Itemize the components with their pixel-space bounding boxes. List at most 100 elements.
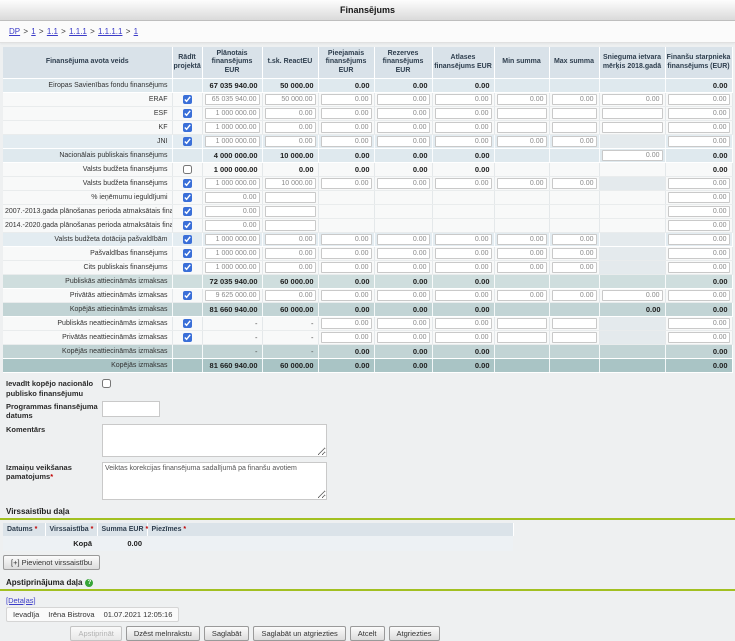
comment-textarea[interactable]: [102, 424, 327, 457]
amount-input[interactable]: [552, 178, 597, 189]
amount-input[interactable]: [668, 262, 730, 273]
amount-input[interactable]: [668, 248, 730, 259]
amount-input[interactable]: [497, 108, 547, 119]
amount-input[interactable]: [435, 136, 492, 147]
amount-input[interactable]: [205, 108, 260, 119]
show-in-project-checkbox[interactable]: [183, 179, 192, 188]
amount-input[interactable]: [321, 178, 372, 189]
total-national-checkbox[interactable]: [102, 379, 111, 388]
help-icon[interactable]: ?: [85, 579, 93, 587]
amount-input[interactable]: [265, 234, 316, 245]
amount-input[interactable]: [265, 192, 316, 203]
amount-input[interactable]: [435, 108, 492, 119]
amount-input[interactable]: [265, 94, 316, 105]
amount-input[interactable]: [435, 122, 492, 133]
amount-input[interactable]: [552, 262, 597, 273]
show-in-project-checkbox[interactable]: [183, 95, 192, 104]
amount-input[interactable]: [602, 150, 663, 161]
amount-input[interactable]: [321, 318, 372, 329]
amount-input[interactable]: [205, 94, 260, 105]
breadcrumb-link[interactable]: 1.1: [47, 27, 58, 36]
amount-input[interactable]: [497, 290, 547, 301]
amount-input[interactable]: [265, 206, 316, 217]
amount-input[interactable]: [377, 108, 430, 119]
amount-input[interactable]: [435, 234, 492, 245]
amount-input[interactable]: [668, 206, 730, 217]
amount-input[interactable]: [435, 94, 492, 105]
amount-input[interactable]: [205, 234, 260, 245]
amount-input[interactable]: [321, 290, 372, 301]
amount-input[interactable]: [377, 318, 430, 329]
amount-input[interactable]: [265, 136, 316, 147]
show-in-project-checkbox[interactable]: [183, 235, 192, 244]
amount-input[interactable]: [377, 332, 430, 343]
amount-input[interactable]: [321, 234, 372, 245]
amount-input[interactable]: [377, 234, 430, 245]
breadcrumb-link[interactable]: DP: [9, 27, 20, 36]
amount-input[interactable]: [435, 178, 492, 189]
amount-input[interactable]: [205, 192, 260, 203]
amount-input[interactable]: [265, 178, 316, 189]
show-in-project-checkbox[interactable]: [183, 109, 192, 118]
amount-input[interactable]: [497, 178, 547, 189]
amount-input[interactable]: [377, 178, 430, 189]
show-in-project-checkbox[interactable]: [183, 137, 192, 146]
amount-input[interactable]: [668, 108, 730, 119]
amount-input[interactable]: [497, 262, 547, 273]
amount-input[interactable]: [602, 108, 663, 119]
amount-input[interactable]: [668, 136, 730, 147]
amount-input[interactable]: [497, 234, 547, 245]
amount-input[interactable]: [205, 206, 260, 217]
amount-input[interactable]: [205, 136, 260, 147]
add-virssaistiba-button[interactable]: [+] Pievienot virssaistību: [3, 555, 100, 570]
amount-input[interactable]: [552, 290, 597, 301]
amount-input[interactable]: [205, 122, 260, 133]
amount-input[interactable]: [552, 94, 597, 105]
amount-input[interactable]: [497, 332, 547, 343]
back-button[interactable]: Atgriezties: [389, 626, 440, 641]
amount-input[interactable]: [497, 318, 547, 329]
amount-input[interactable]: [552, 248, 597, 259]
save-and-return-button[interactable]: Saglabāt un atgriezties: [253, 626, 345, 641]
amount-input[interactable]: [321, 262, 372, 273]
show-in-project-checkbox[interactable]: [183, 165, 192, 174]
amount-input[interactable]: [321, 94, 372, 105]
amount-input[interactable]: [205, 248, 260, 259]
amount-input[interactable]: [205, 220, 260, 231]
amount-input[interactable]: [552, 136, 597, 147]
amount-input[interactable]: [602, 290, 663, 301]
amount-input[interactable]: [265, 108, 316, 119]
amount-input[interactable]: [602, 122, 663, 133]
amount-input[interactable]: [497, 136, 547, 147]
breadcrumb-link[interactable]: 1: [31, 27, 35, 36]
breadcrumb-link[interactable]: 1: [134, 27, 138, 36]
amount-input[interactable]: [435, 290, 492, 301]
amount-input[interactable]: [377, 94, 430, 105]
change-reason-textarea[interactable]: Veiktas korekcijas finansējuma sadalījum…: [102, 462, 327, 500]
breadcrumb-link[interactable]: 1.1.1: [69, 27, 87, 36]
show-in-project-checkbox[interactable]: [183, 263, 192, 272]
amount-input[interactable]: [668, 220, 730, 231]
amount-input[interactable]: [435, 262, 492, 273]
amount-input[interactable]: [435, 318, 492, 329]
amount-input[interactable]: [668, 318, 730, 329]
amount-input[interactable]: [602, 94, 663, 105]
amount-input[interactable]: [668, 94, 730, 105]
amount-input[interactable]: [265, 262, 316, 273]
amount-input[interactable]: [205, 262, 260, 273]
amount-input[interactable]: [377, 248, 430, 259]
amount-input[interactable]: [668, 234, 730, 245]
amount-input[interactable]: [321, 248, 372, 259]
amount-input[interactable]: [265, 122, 316, 133]
amount-input[interactable]: [377, 136, 430, 147]
amount-input[interactable]: [552, 318, 597, 329]
amount-input[interactable]: [552, 108, 597, 119]
amount-input[interactable]: [497, 122, 547, 133]
show-in-project-checkbox[interactable]: [183, 221, 192, 230]
show-in-project-checkbox[interactable]: [183, 123, 192, 132]
amount-input[interactable]: [377, 122, 430, 133]
breadcrumb-link[interactable]: 1.1.1.1: [98, 27, 122, 36]
amount-input[interactable]: [435, 332, 492, 343]
amount-input[interactable]: [377, 290, 430, 301]
amount-input[interactable]: [377, 262, 430, 273]
